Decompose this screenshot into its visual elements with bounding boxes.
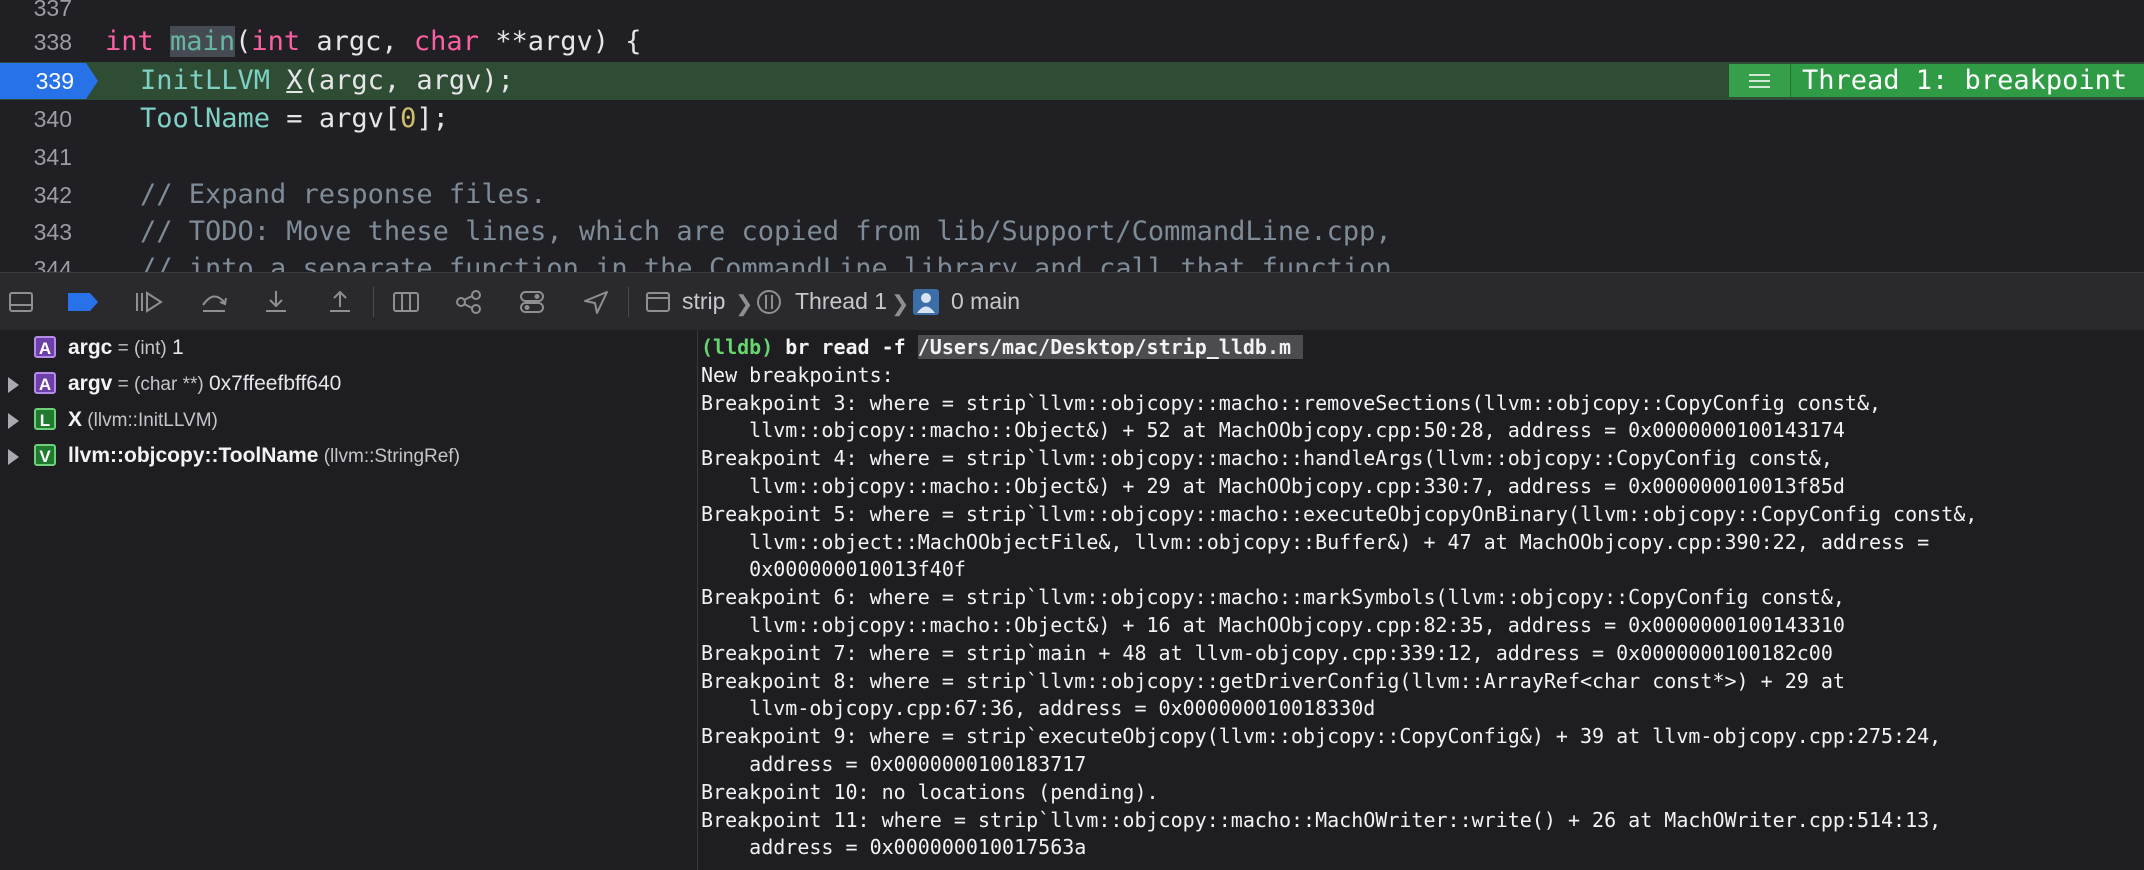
- line-number[interactable]: 341: [0, 138, 76, 176]
- local-badge: L: [34, 408, 56, 430]
- step-into-icon[interactable]: [263, 289, 289, 315]
- disclosure-triangle-icon[interactable]: [8, 377, 19, 393]
- code-line-342[interactable]: 342 // Expand response files.: [0, 176, 2144, 214]
- code-text: ToolName = argv[0];: [140, 103, 449, 134]
- line-number[interactable]: 344: [0, 250, 76, 272]
- console-output-line: llvm::objcopy::macho::Object&) + 29 at M…: [701, 474, 1845, 498]
- console-output-line: Breakpoint 9: where = strip`executeObjco…: [701, 724, 1942, 749]
- console-output-line: Breakpoint 5: where = strip`llvm::objcop…: [701, 501, 1978, 526]
- variable-text: argv = (char **) 0x7ffeefbff640: [68, 372, 342, 395]
- line-number[interactable]: 338: [0, 23, 76, 61]
- breakpoint-annotation[interactable]: Thread 1: breakpoint 2.1 (1): [1729, 64, 2144, 97]
- variable-text: argc = (int) 1: [68, 336, 184, 359]
- debug-toolbar: strip ❯ Thread 1 ❯ 0 main: [0, 272, 2144, 331]
- variable-row[interactable]: L X (llvm::InitLLVM): [0, 403, 697, 439]
- variable-row[interactable]: A argc = (int) 1: [0, 331, 697, 367]
- code-text: int main(int argc, char **argv) {: [105, 26, 642, 57]
- annotation-menu-button[interactable]: [1729, 64, 1791, 97]
- variable-badge: V: [34, 444, 56, 466]
- console-output-line: Breakpoint 6: where = strip`llvm::objcop…: [701, 585, 1845, 610]
- process-icon: [646, 292, 670, 312]
- code-line-344[interactable]: 344 // into a separate function in the C…: [0, 250, 2144, 272]
- stack-frame-user-icon: [913, 289, 939, 315]
- lldb-prompt: (lldb): [701, 335, 774, 359]
- view-hierarchy-icon[interactable]: [391, 289, 421, 315]
- function-name-highlight: main: [170, 26, 236, 57]
- code-comment: // TODO: Move these lines, which are cop…: [140, 216, 1392, 247]
- argument-badge: A: [34, 336, 56, 358]
- console-output-line: New breakpoints:: [701, 362, 894, 387]
- code-comment: // into a separate function in the Comma…: [140, 253, 1392, 272]
- code-line-343[interactable]: 343 // TODO: Move these lines, which are…: [0, 213, 2144, 251]
- console-output-line: address = 0x0000000100183717: [701, 752, 1087, 776]
- variables-view[interactable]: A argc = (int) 1 A argv = (char **) 0x7f…: [0, 330, 698, 870]
- code-line-340[interactable]: 340 ToolName = argv[0];: [0, 100, 2144, 138]
- console-output-line: Breakpoint 8: where = strip`llvm::objcop…: [701, 668, 1845, 693]
- console-output-line: llvm-objcopy.cpp:67:36, address = 0x0000…: [701, 696, 1376, 721]
- step-over-icon[interactable]: [199, 289, 229, 315]
- console-output-line: Breakpoint 3: where = strip`llvm::objcop…: [701, 390, 1882, 415]
- memory-graph-icon[interactable]: [454, 289, 484, 315]
- code-comment: // Expand response files.: [140, 179, 547, 210]
- continue-icon[interactable]: [133, 289, 165, 315]
- hide-debug-area-icon[interactable]: [8, 289, 34, 315]
- line-number[interactable]: 342: [0, 176, 76, 214]
- source-editor[interactable]: 337 338 int main(int argc, char **argv) …: [0, 0, 2144, 272]
- breakpoint-annotation-label: Thread 1: breakpoint 2.1 (1): [1802, 65, 2144, 96]
- variable-row[interactable]: V llvm::objcopy::ToolName (llvm::StringR…: [0, 439, 697, 475]
- lldb-console[interactable]: (lldb) br read -f /Users/mac/Desktop/str…: [698, 330, 2144, 870]
- selected-path: /Users/mac/Desktop/strip_lldb.m: [917, 335, 1304, 359]
- console-output-line: Breakpoint 4: where = strip`llvm::objcop…: [701, 446, 1833, 471]
- console-command-line: (lldb) br read -f /Users/mac/Desktop/str…: [701, 335, 1304, 359]
- console-output-line: Breakpoint 11: where = strip`llvm::objco…: [701, 807, 1942, 832]
- list-icon: [1749, 74, 1770, 88]
- breakpoints-toggle-icon[interactable]: [66, 289, 100, 315]
- breadcrumb-frame[interactable]: 0 main: [951, 273, 1020, 330]
- console-output-line: Breakpoint 10: no locations (pending).: [701, 779, 1159, 804]
- breakpoint-marker[interactable]: 339: [0, 63, 98, 99]
- breadcrumb-thread[interactable]: Thread 1: [795, 273, 887, 330]
- toolbar-separator: [628, 287, 629, 317]
- console-output-line: address = 0x000000010017563a: [701, 835, 1087, 860]
- line-number[interactable]: 340: [0, 100, 76, 138]
- argument-badge: A: [34, 372, 56, 394]
- code-line-338[interactable]: 338 int main(int argc, char **argv) {: [0, 23, 2144, 61]
- console-output-line: llvm::object::MachOObjectFile&, llvm::ob…: [701, 529, 1930, 554]
- breadcrumb-chevron-icon: ❯: [891, 291, 910, 316]
- simulate-location-icon[interactable]: [582, 289, 610, 315]
- thread-icon: [757, 290, 781, 314]
- console-output-line: Breakpoint 7: where = strip`main + 48 at…: [701, 640, 1833, 665]
- step-out-icon[interactable]: [327, 289, 353, 315]
- code-text: InitLLVM X(argc, argv);: [140, 65, 514, 96]
- variable-text: X (llvm::InitLLVM): [68, 408, 218, 431]
- code-line-341[interactable]: 341: [0, 138, 2144, 176]
- console-output-line: llvm::objcopy::macho::Object&) + 16 at M…: [701, 613, 1845, 637]
- line-number[interactable]: 343: [0, 213, 76, 251]
- environment-overrides-icon[interactable]: [518, 289, 546, 315]
- breadcrumb-chevron-icon: ❯: [735, 291, 754, 316]
- console-output-line: llvm::objcopy::macho::Object&) + 52 at M…: [701, 418, 1845, 443]
- breadcrumb-process[interactable]: strip: [682, 273, 725, 330]
- variable-text: llvm::objcopy::ToolName (llvm::StringRef…: [68, 444, 460, 467]
- toolbar-separator: [373, 287, 374, 317]
- disclosure-triangle-icon[interactable]: [8, 413, 19, 429]
- console-output-line: 0x000000010013f40f: [701, 557, 966, 582]
- disclosure-triangle-icon[interactable]: [8, 449, 19, 465]
- variable-row[interactable]: A argv = (char **) 0x7ffeefbff640: [0, 367, 697, 403]
